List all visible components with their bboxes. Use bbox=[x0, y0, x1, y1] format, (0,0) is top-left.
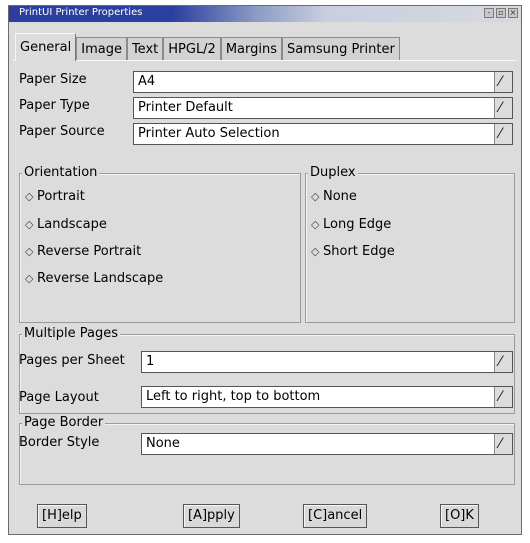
border-style-label: Border Style bbox=[19, 435, 100, 450]
radio-label: Long Edge bbox=[323, 217, 392, 232]
tab-margins[interactable]: Margins bbox=[220, 37, 283, 61]
close-button[interactable]: × bbox=[508, 8, 518, 18]
apply-button[interactable]: [A]pply bbox=[183, 504, 240, 528]
paper-size-value: A4 bbox=[138, 74, 156, 89]
pages-per-sheet-label: Pages per Sheet bbox=[19, 353, 125, 368]
multiple-pages-title: Multiple Pages bbox=[22, 326, 121, 341]
minimize-button[interactable]: - bbox=[484, 8, 494, 18]
radio-label: Reverse Portrait bbox=[37, 244, 142, 259]
radio-unselected-icon: ◇ bbox=[311, 245, 320, 258]
radio-long-edge[interactable]: ◇ Long Edge bbox=[311, 217, 391, 232]
window-title: PrintUI Printer Properties bbox=[19, 7, 143, 18]
pages-per-sheet-value: 1 bbox=[146, 354, 155, 369]
general-tab-panel: Paper Size A4 ⁄ Paper Type Printer Defau… bbox=[13, 60, 517, 489]
radio-short-edge[interactable]: ◇ Short Edge bbox=[311, 244, 395, 259]
radio-label: Short Edge bbox=[323, 244, 395, 259]
radio-reverse-landscape[interactable]: ◇ Reverse Landscape bbox=[25, 271, 163, 286]
cancel-button[interactable]: [C]ancel bbox=[303, 504, 368, 528]
tab-bar: General Image Text HPGL/2 Margins Samsun… bbox=[15, 33, 400, 61]
page-layout-combo[interactable]: Left to right, top to bottom ⁄ bbox=[141, 386, 513, 408]
border-style-combo[interactable]: None ⁄ bbox=[141, 433, 513, 455]
page-layout-value: Left to right, top to bottom bbox=[146, 389, 321, 404]
tab-general[interactable]: General bbox=[15, 33, 77, 61]
tab-image[interactable]: Image bbox=[76, 37, 127, 61]
paper-source-combo[interactable]: Printer Auto Selection ⁄ bbox=[133, 123, 513, 145]
radio-unselected-icon: ◇ bbox=[25, 218, 34, 231]
paper-size-combo[interactable]: A4 ⁄ bbox=[133, 71, 513, 93]
paper-size-label: Paper Size bbox=[19, 72, 87, 87]
radio-selected-icon: ◇ bbox=[311, 190, 320, 203]
radio-duplex-none[interactable]: ◇ None bbox=[311, 189, 357, 204]
paper-type-label: Paper Type bbox=[19, 98, 90, 113]
maximize-button[interactable]: ▫ bbox=[496, 8, 506, 18]
border-style-value: None bbox=[146, 436, 180, 451]
radio-label: Reverse Landscape bbox=[37, 271, 164, 286]
orientation-title: Orientation bbox=[22, 165, 100, 180]
radio-unselected-icon: ◇ bbox=[25, 245, 34, 258]
dropdown-arrow-icon[interactable]: ⁄ bbox=[494, 387, 512, 407]
tab-samsung-printer[interactable]: Samsung Printer bbox=[282, 37, 400, 61]
page-layout-label: Page Layout bbox=[19, 390, 99, 405]
dialog-button-bar: [H]elp [A]pply [C]ancel [O]K bbox=[9, 492, 521, 534]
help-button[interactable]: [H]elp bbox=[37, 504, 87, 528]
duplex-title: Duplex bbox=[308, 165, 358, 180]
paper-type-value: Printer Default bbox=[138, 100, 233, 115]
ok-button[interactable]: [O]K bbox=[440, 504, 479, 528]
radio-unselected-icon: ◇ bbox=[311, 218, 320, 231]
window-controls: - ▫ × bbox=[484, 8, 518, 18]
radio-label: Landscape bbox=[37, 217, 107, 232]
dropdown-arrow-icon[interactable]: ⁄ bbox=[494, 72, 512, 92]
radio-landscape[interactable]: ◇ Landscape bbox=[25, 217, 107, 232]
tab-text[interactable]: Text bbox=[126, 37, 164, 61]
tab-hpgl2[interactable]: HPGL/2 bbox=[163, 37, 221, 61]
radio-unselected-icon: ◇ bbox=[25, 272, 34, 285]
dropdown-arrow-icon[interactable]: ⁄ bbox=[494, 98, 512, 118]
radio-label: None bbox=[323, 189, 357, 204]
radio-portrait[interactable]: ◇ Portrait bbox=[25, 189, 85, 204]
page-border-title: Page Border bbox=[22, 415, 106, 430]
radio-reverse-portrait[interactable]: ◇ Reverse Portrait bbox=[25, 244, 141, 259]
radio-label: Portrait bbox=[37, 189, 85, 204]
radio-selected-icon: ◇ bbox=[25, 190, 34, 203]
dropdown-arrow-icon[interactable]: ⁄ bbox=[494, 434, 512, 454]
dropdown-arrow-icon[interactable]: ⁄ bbox=[494, 352, 512, 372]
paper-source-value: Printer Auto Selection bbox=[138, 126, 280, 141]
pages-per-sheet-combo[interactable]: 1 ⁄ bbox=[141, 351, 513, 373]
title-bar[interactable]: PrintUI Printer Properties - ▫ × bbox=[9, 6, 521, 22]
dropdown-arrow-icon[interactable]: ⁄ bbox=[494, 124, 512, 144]
printer-properties-window: PrintUI Printer Properties - ▫ × General… bbox=[8, 5, 522, 535]
paper-source-label: Paper Source bbox=[19, 124, 105, 139]
paper-type-combo[interactable]: Printer Default ⁄ bbox=[133, 97, 513, 119]
